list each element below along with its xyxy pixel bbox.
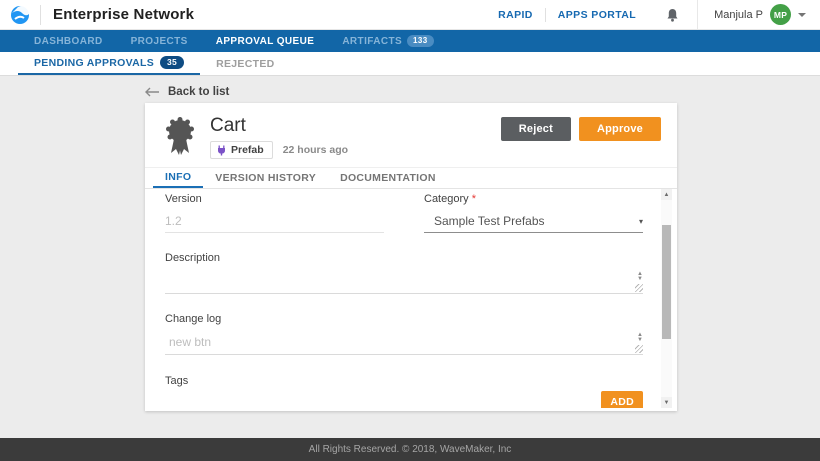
bell-icon bbox=[666, 8, 679, 22]
app-header: Enterprise Network RAPID APPS PORTAL Man… bbox=[0, 0, 820, 30]
add-tag-button[interactable]: ADD bbox=[601, 391, 643, 408]
back-arrow-icon bbox=[145, 87, 159, 97]
rapid-link[interactable]: RAPID bbox=[486, 9, 545, 21]
changelog-textarea[interactable]: new btn ▲▼ bbox=[165, 331, 643, 355]
tab-version-history[interactable]: VERSION HISTORY bbox=[203, 168, 328, 188]
scrollbar-thumb[interactable] bbox=[662, 225, 671, 339]
scroll-up-icon[interactable]: ▲ bbox=[661, 189, 672, 200]
form-scrollbar[interactable]: ▲ ▼ bbox=[661, 189, 672, 408]
version-label: Version bbox=[165, 193, 384, 205]
textarea-scroll-arrows-icon: ▲▼ bbox=[637, 272, 643, 282]
app-title: Enterprise Network bbox=[53, 6, 194, 23]
category-select[interactable]: Sample Test Prefabs ▾ bbox=[424, 214, 643, 233]
tab-documentation[interactable]: DOCUMENTATION bbox=[328, 168, 448, 188]
pending-count-badge: 35 bbox=[160, 56, 184, 69]
required-asterisk: * bbox=[472, 193, 476, 205]
copyright-text: All Rights Reserved. © 2018, WaveMaker, … bbox=[309, 444, 512, 455]
apps-portal-link[interactable]: APPS PORTAL bbox=[546, 9, 648, 21]
nav-item-dashboard[interactable]: DASHBOARD bbox=[20, 30, 117, 52]
resize-grip-icon[interactable] bbox=[635, 345, 643, 353]
description-label: Description bbox=[165, 252, 643, 264]
chevron-down-icon bbox=[798, 13, 806, 17]
info-form: Version 1.2 Category * Sample Test Prefa… bbox=[145, 189, 677, 408]
primary-nav: DASHBOARD PROJECTS APPROVAL QUEUE ARTIFA… bbox=[0, 30, 820, 52]
select-caret-icon: ▾ bbox=[639, 217, 643, 226]
scroll-down-icon[interactable]: ▼ bbox=[661, 397, 672, 408]
timestamp: 22 hours ago bbox=[283, 144, 348, 156]
resize-grip-icon[interactable] bbox=[635, 284, 643, 292]
wavemaker-logo-icon bbox=[0, 5, 40, 25]
avatar: MP bbox=[770, 4, 791, 25]
prefab-plug-icon bbox=[217, 145, 226, 156]
award-ribbon-icon bbox=[165, 117, 195, 167]
prefab-type-chip: Prefab bbox=[210, 141, 273, 159]
card-header: Cart Prefab 22 hours ago Reject Approve bbox=[145, 103, 677, 167]
back-to-list-link[interactable]: Back to list bbox=[145, 86, 229, 98]
user-name: Manjula P bbox=[714, 9, 763, 21]
card-tabs: INFO VERSION HISTORY DOCUMENTATION bbox=[145, 167, 677, 189]
version-field[interactable]: 1.2 bbox=[165, 214, 384, 233]
header-divider bbox=[40, 5, 41, 25]
reject-button[interactable]: Reject bbox=[501, 117, 571, 141]
page-footer: All Rights Reserved. © 2018, WaveMaker, … bbox=[0, 438, 820, 461]
user-menu[interactable]: Manjula P MP bbox=[697, 0, 820, 29]
textarea-scroll-arrows-icon: ▲▼ bbox=[637, 333, 643, 343]
tab-rejected[interactable]: REJECTED bbox=[200, 52, 290, 75]
main-content: Back to list Cart bbox=[0, 76, 820, 438]
category-label: Category * bbox=[424, 193, 643, 205]
description-textarea[interactable]: ▲▼ bbox=[165, 270, 643, 294]
artifacts-count-badge: 133 bbox=[407, 35, 434, 47]
secondary-nav: PENDING APPROVALS 35 REJECTED bbox=[0, 52, 820, 76]
notifications-button[interactable] bbox=[648, 8, 697, 22]
tags-input[interactable] bbox=[165, 393, 591, 408]
artifact-title: Cart bbox=[210, 115, 348, 137]
tags-label: Tags bbox=[165, 375, 643, 387]
tab-info[interactable]: INFO bbox=[153, 168, 203, 188]
nav-item-projects[interactable]: PROJECTS bbox=[117, 30, 202, 52]
approval-detail-card: Cart Prefab 22 hours ago Reject Approve bbox=[145, 103, 677, 411]
nav-item-approval-queue[interactable]: APPROVAL QUEUE bbox=[202, 30, 329, 52]
nav-item-artifacts[interactable]: ARTIFACTS 133 bbox=[328, 30, 447, 52]
approve-button[interactable]: Approve bbox=[579, 117, 661, 141]
changelog-label: Change log bbox=[165, 313, 643, 325]
tab-pending-approvals[interactable]: PENDING APPROVALS 35 bbox=[18, 52, 200, 75]
